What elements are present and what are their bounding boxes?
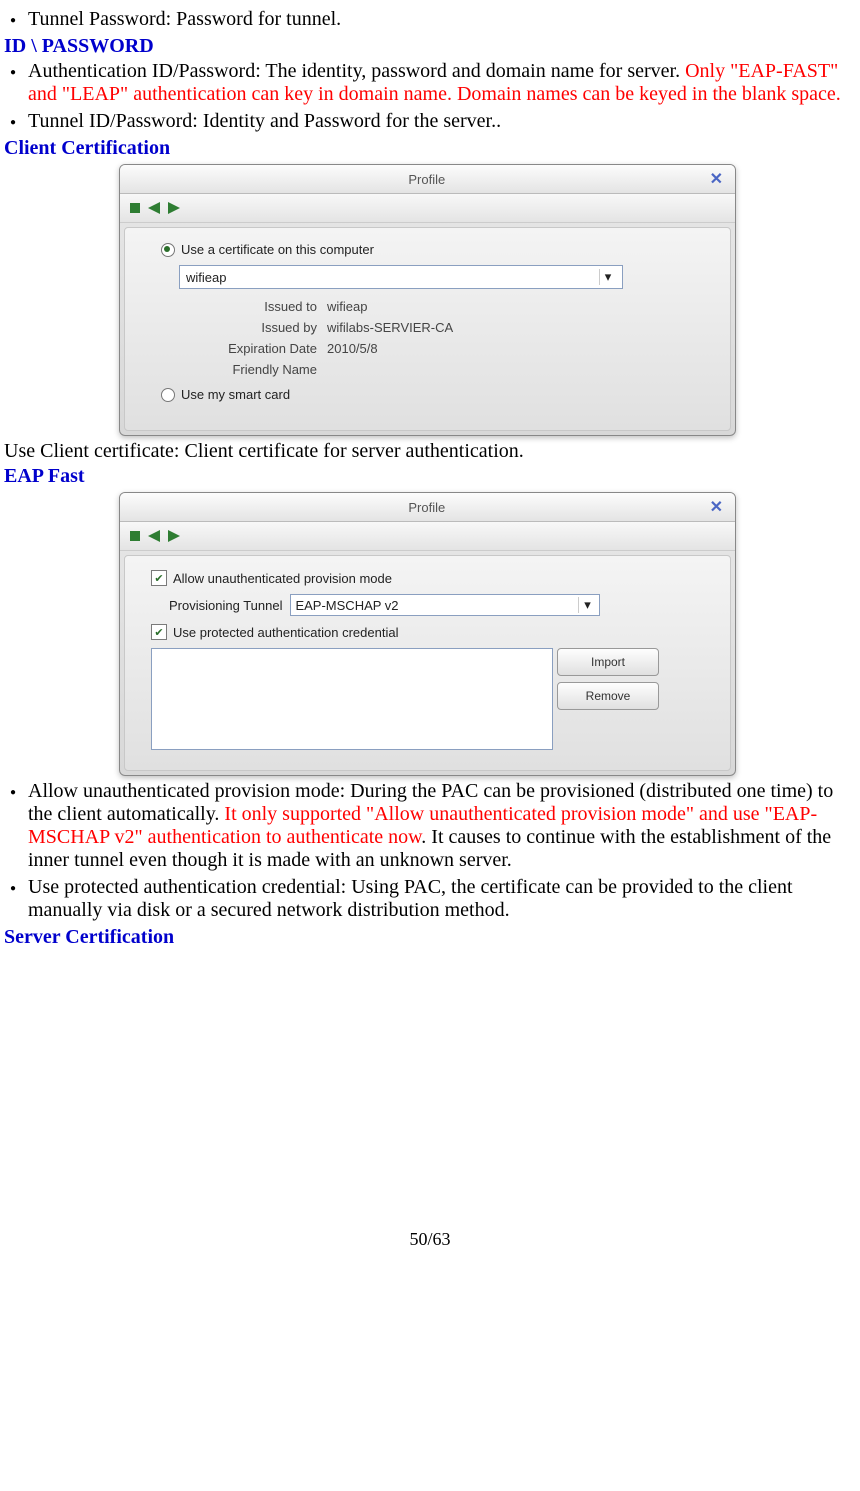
checkbox-allow-unauth[interactable]: ✔ Allow unauthenticated provision mode: [151, 570, 710, 586]
close-icon[interactable]: ✕: [706, 169, 727, 189]
bullet-dot: ●: [10, 67, 18, 106]
credential-listbox[interactable]: [151, 648, 553, 750]
dialog-titlebar: Profile ✕: [120, 165, 735, 194]
heading-eap-fast: EAP Fast: [4, 465, 856, 488]
auth-id-text: Authentication ID/Password: The identity…: [28, 60, 856, 106]
heading-client-cert: Client Certification: [4, 137, 856, 160]
checkbox-icon: ✔: [151, 624, 167, 640]
heading-server-cert: Server Certification: [4, 926, 856, 949]
forward-icon[interactable]: [168, 202, 180, 214]
close-icon[interactable]: ✕: [706, 497, 727, 517]
profile-dialog-client-cert: Profile ✕ Use a certificate on this comp…: [119, 164, 736, 436]
provisioning-tunnel-row: Provisioning Tunnel EAP-MSCHAP v2 ▾: [169, 594, 710, 616]
certificate-select[interactable]: wifieap ▾: [179, 265, 623, 289]
credential-area: Import Remove: [151, 648, 710, 750]
bullet-dot: ●: [10, 883, 18, 922]
select-value: wifieap: [186, 270, 226, 285]
list-item: ● Tunnel Password: Password for tunnel.: [4, 8, 856, 31]
radio-label: Use a certificate on this computer: [181, 242, 374, 257]
page-number: 50/63: [4, 1229, 856, 1250]
checkbox-icon: ✔: [151, 570, 167, 586]
friendly-name-value: [327, 362, 710, 377]
button-label: Remove: [586, 689, 631, 703]
tunnel-password-text: Tunnel Password: Password for tunnel.: [28, 8, 341, 31]
dialog-body: Use a certificate on this computer wifie…: [124, 227, 731, 431]
issued-to-label: Issued to: [197, 299, 317, 314]
forward-icon[interactable]: [168, 530, 180, 542]
provisioning-select[interactable]: EAP-MSCHAP v2 ▾: [290, 594, 600, 616]
remove-button[interactable]: Remove: [557, 682, 659, 710]
checkbox-use-protected[interactable]: ✔ Use protected authentication credentia…: [151, 624, 710, 640]
radio-label: Use my smart card: [181, 387, 290, 402]
friendly-name-label: Friendly Name: [197, 362, 317, 377]
use-client-cert-text: Use Client certificate: Client certifica…: [4, 440, 856, 463]
expiration-label: Expiration Date: [197, 341, 317, 356]
dialog-title: Profile: [148, 500, 706, 515]
radio-use-smartcard[interactable]: Use my smart card: [161, 387, 710, 402]
dropdown-icon: ▾: [578, 597, 595, 613]
heading-id-password: ID \ PASSWORD: [4, 35, 856, 58]
list-item: ● Tunnel ID/Password: Identity and Passw…: [4, 110, 856, 133]
dialog-body: ✔ Allow unauthenticated provision mode P…: [124, 555, 731, 771]
dialog-title: Profile: [148, 172, 706, 187]
provisioning-label: Provisioning Tunnel: [169, 598, 282, 613]
list-item: ● Authentication ID/Password: The identi…: [4, 60, 856, 106]
auth-id-black: Authentication ID/Password: The identity…: [28, 60, 685, 82]
bullet-dot: ●: [10, 15, 18, 31]
allow-unauth-text: Allow unauthenticated provision mode: Du…: [28, 780, 856, 872]
select-value: EAP-MSCHAP v2: [295, 598, 398, 613]
tunnel-id-text: Tunnel ID/Password: Identity and Passwor…: [28, 110, 501, 133]
bullet-dot: ●: [10, 787, 18, 872]
back-icon[interactable]: [148, 202, 160, 214]
issued-by-value: wifilabs-SERVIER-CA: [327, 320, 710, 335]
stop-icon[interactable]: [130, 531, 140, 541]
button-label: Import: [591, 655, 625, 669]
checkbox-label: Allow unauthenticated provision mode: [173, 571, 392, 586]
bullet-dot: ●: [10, 117, 18, 133]
radio-use-certificate[interactable]: Use a certificate on this computer: [161, 242, 710, 257]
profile-dialog-eap-fast: Profile ✕ ✔ Allow unauthenticated provis…: [119, 492, 736, 776]
issued-to-value: wifieap: [327, 299, 710, 314]
dialog-nav: [120, 522, 735, 551]
expiration-value: 2010/5/8: [327, 341, 710, 356]
radio-icon: [161, 388, 175, 402]
back-icon[interactable]: [148, 530, 160, 542]
radio-icon: [161, 243, 175, 257]
stop-icon[interactable]: [130, 203, 140, 213]
list-item: ● Allow unauthenticated provision mode: …: [4, 780, 856, 872]
issued-by-label: Issued by: [197, 320, 317, 335]
checkbox-label: Use protected authentication credential: [173, 625, 398, 640]
list-item: ● Use protected authentication credentia…: [4, 876, 856, 922]
button-column: Import Remove: [557, 648, 659, 750]
dropdown-icon: ▾: [599, 269, 616, 285]
certificate-details: Issued to wifieap Issued by wifilabs-SER…: [197, 299, 710, 377]
dialog-titlebar: Profile ✕: [120, 493, 735, 522]
use-protected-text: Use protected authentication credential:…: [28, 876, 856, 922]
import-button[interactable]: Import: [557, 648, 659, 676]
dialog-nav: [120, 194, 735, 223]
